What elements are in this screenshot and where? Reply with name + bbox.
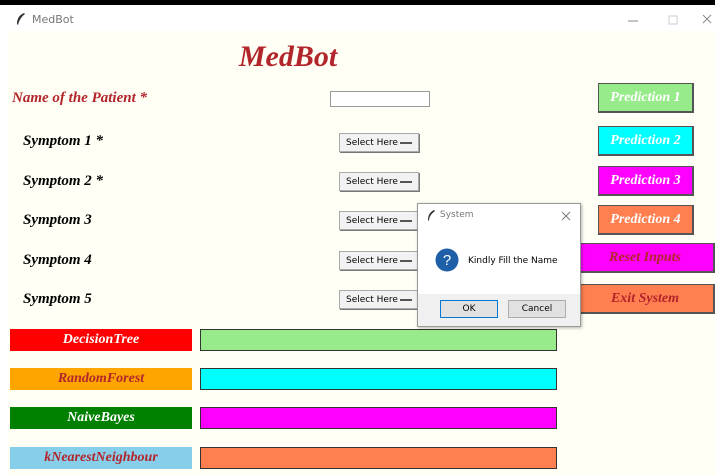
symptom-1-select[interactable]: Select Here bbox=[339, 133, 419, 152]
random-forest-result bbox=[200, 368, 557, 390]
prediction-1-button[interactable]: Prediction 1 bbox=[598, 83, 694, 113]
symptom-5-value: Select Here bbox=[346, 295, 398, 305]
ok-button[interactable]: OK bbox=[440, 300, 498, 318]
dialog-body: ? Kindly Fill the Name bbox=[418, 228, 580, 294]
screen-top-border bbox=[0, 0, 715, 5]
svg-text:?: ? bbox=[443, 252, 451, 269]
dropdown-indicator-icon bbox=[400, 299, 412, 301]
symptom-4-label: Symptom 4 bbox=[23, 252, 92, 268]
decision-tree-result bbox=[200, 329, 557, 351]
dialog-message: Kindly Fill the Name bbox=[468, 256, 558, 266]
random-forest-label: RandomForest bbox=[10, 368, 192, 390]
close-icon[interactable] bbox=[559, 209, 573, 223]
dialog-title: System bbox=[440, 210, 474, 220]
symptom-2-select[interactable]: Select Here bbox=[339, 172, 419, 191]
patient-name-label: Name of the Patient * bbox=[12, 90, 147, 106]
decision-tree-label: DecisionTree bbox=[10, 329, 192, 351]
symptom-5-label: Symptom 5 bbox=[23, 291, 92, 307]
dropdown-indicator-icon bbox=[400, 181, 412, 183]
symptom-4-select[interactable]: Select Here bbox=[339, 251, 419, 270]
dialog-titlebar: System bbox=[418, 204, 580, 228]
symptom-1-label: Symptom 1 * bbox=[23, 133, 104, 149]
symptom-3-value: Select Here bbox=[346, 216, 398, 226]
symptom-3-select[interactable]: Select Here bbox=[339, 211, 419, 230]
prediction-3-button[interactable]: Prediction 3 bbox=[598, 166, 694, 196]
prediction-2-button[interactable]: Prediction 2 bbox=[598, 126, 694, 156]
symptom-1-value: Select Here bbox=[346, 138, 398, 148]
symptom-5-select[interactable]: Select Here bbox=[339, 290, 419, 309]
system-dialog: System ? Kindly Fill the Name OK Cancel bbox=[417, 203, 581, 327]
dropdown-indicator-icon bbox=[400, 220, 412, 222]
main-window-content: MedBot Name of the Patient * Symptom 1 *… bbox=[8, 31, 715, 475]
feather-icon bbox=[17, 13, 25, 25]
dropdown-indicator-icon bbox=[400, 142, 412, 144]
symptom-2-label: Symptom 2 * bbox=[23, 173, 104, 189]
app-title: MedBot bbox=[238, 40, 338, 73]
feather-icon bbox=[428, 210, 435, 221]
exit-system-button[interactable]: Exit System bbox=[576, 284, 715, 314]
patient-name-input[interactable] bbox=[330, 91, 430, 107]
reset-inputs-button[interactable]: Reset Inputs bbox=[576, 243, 715, 273]
minimize-icon[interactable] bbox=[622, 11, 644, 29]
symptom-2-value: Select Here bbox=[346, 177, 398, 187]
cancel-button[interactable]: Cancel bbox=[508, 300, 566, 318]
close-icon[interactable] bbox=[696, 11, 715, 29]
window-titlebar: MedBot bbox=[8, 9, 715, 31]
question-icon: ? bbox=[435, 248, 459, 272]
knn-result bbox=[200, 447, 557, 469]
symptom-4-value: Select Here bbox=[346, 256, 398, 266]
dropdown-indicator-icon bbox=[400, 260, 412, 262]
naive-bayes-label: NaiveBayes bbox=[10, 407, 192, 429]
prediction-4-button[interactable]: Prediction 4 bbox=[598, 205, 694, 235]
knn-label: kNearestNeighbour bbox=[10, 447, 192, 469]
window-title: MedBot bbox=[32, 13, 74, 26]
naive-bayes-result bbox=[200, 407, 557, 429]
maximize-icon[interactable] bbox=[662, 11, 684, 29]
symptom-3-label: Symptom 3 bbox=[23, 212, 92, 228]
